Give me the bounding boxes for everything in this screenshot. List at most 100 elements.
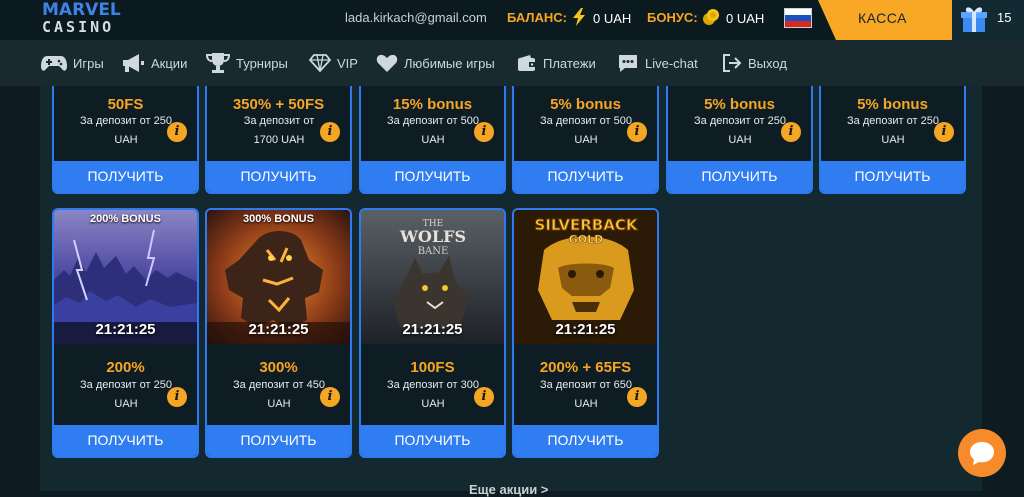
promo-card: THE WOLFS BANE 21:21:25 100FS За депозит…	[359, 208, 506, 458]
logout-icon	[723, 54, 742, 72]
nav-tournaments[interactable]: Турниры	[206, 40, 288, 86]
promo-card: 350% + 50FS За депозит от 1700 UAH i ПОЛУ…	[205, 72, 352, 194]
promo-desc: За депозит от 500 UAH	[387, 115, 479, 146]
info-icon[interactable]: i	[934, 122, 954, 142]
nav-promotions[interactable]: Акции	[121, 40, 187, 86]
nav-games-label: Игры	[73, 55, 104, 71]
countdown-timer: 21:21:25	[95, 321, 156, 338]
gamepad-icon	[41, 56, 67, 71]
info-icon[interactable]: i	[627, 122, 647, 142]
promo-card: 200% BONUS 21:21:25 200% За депозит от 2…	[52, 208, 199, 458]
nav-games[interactable]: Игры	[41, 40, 104, 86]
promo-card: 5% bonus За депозит от 500 UAH i ПОЛУЧИТЬ	[512, 72, 659, 194]
nav-tournaments-label: Турниры	[236, 55, 288, 71]
user-email[interactable]: lada.kirkach@gmail.com	[345, 10, 487, 25]
promo-title: 100FS	[410, 359, 455, 376]
promo-badge: 200% BONUS	[90, 213, 161, 225]
promo-card: 5% bonus За депозит от 250 UAH i ПОЛУЧИТЬ	[819, 72, 966, 194]
promo-desc: За депозит от 1700 UAH	[243, 115, 315, 146]
promo-desc: За депозит от 250 UAH	[694, 115, 786, 146]
gift-count: 15	[997, 10, 1012, 25]
cashier-button[interactable]: КАССА	[818, 0, 952, 40]
chat-icon	[619, 55, 637, 72]
top-bar: MARVEL CASINO lada.kirkach@gmail.com БАЛ…	[0, 0, 1024, 40]
promo-desc: За депозит от 250 UAH	[80, 379, 172, 410]
promo-title: 350% + 50FS	[232, 96, 325, 113]
get-bonus-button[interactable]: ПОЛУЧИТЬ	[514, 425, 657, 456]
promo-card: 300% BONUS 21:21:25 300% За депозит от 4…	[205, 208, 352, 458]
get-bonus-button[interactable]: ПОЛУЧИТЬ	[207, 161, 350, 192]
get-bonus-button[interactable]: ПОЛУЧИТЬ	[54, 425, 197, 456]
svg-text:SILVERBACK: SILVERBACK	[535, 216, 639, 234]
megaphone-icon	[123, 54, 144, 72]
casino-logo[interactable]: MARVEL CASINO	[42, 1, 130, 37]
promo-title: 15% bonus	[392, 96, 473, 113]
get-bonus-button[interactable]: ПОЛУЧИТЬ	[207, 425, 350, 456]
promo-badge: 300% BONUS	[243, 213, 314, 225]
promo-desc: За депозит от 250 UAH	[80, 115, 172, 146]
balance-label: БАЛАНС:	[507, 10, 568, 25]
get-bonus-button[interactable]: ПОЛУЧИТЬ	[54, 161, 197, 192]
info-icon[interactable]: i	[320, 387, 340, 407]
info-icon[interactable]: i	[167, 122, 187, 142]
gift-icon[interactable]	[959, 4, 989, 34]
svg-text:GOLD: GOLD	[569, 233, 604, 246]
nav-favorites-label: Любимые игры	[404, 55, 495, 71]
more-promotions-link[interactable]: Еще акции >	[469, 482, 548, 497]
info-icon[interactable]: i	[474, 122, 494, 142]
get-bonus-button[interactable]: ПОЛУЧИТЬ	[821, 161, 964, 192]
diamond-icon	[309, 54, 331, 72]
promo-card: SILVERBACK GOLD 21:21:25 200% + 65FS За …	[512, 208, 659, 458]
wallet-icon	[518, 55, 536, 71]
bonus-label: БОНУС:	[647, 10, 698, 25]
promo-desc: За депозит от 300 UAH	[387, 379, 479, 410]
trophy-icon	[206, 53, 230, 73]
bonus-value: 0 UAH	[726, 11, 765, 26]
lightning-icon	[573, 8, 585, 26]
nav-vip-label: VIP	[337, 55, 358, 71]
get-bonus-button[interactable]: ПОЛУЧИТЬ	[514, 161, 657, 192]
chat-bubble-icon	[970, 442, 994, 465]
info-icon[interactable]: i	[474, 387, 494, 407]
countdown-timer: 21:21:25	[402, 321, 463, 338]
get-bonus-button[interactable]: ПОЛУЧИТЬ	[361, 425, 504, 456]
promo-image[interactable]: 200% BONUS 21:21:25	[54, 210, 197, 344]
cashier-label: КАССА	[858, 10, 907, 26]
promo-image[interactable]: 300% BONUS 21:21:25	[207, 210, 350, 344]
countdown-timer: 21:21:25	[555, 321, 616, 338]
nav-overlay: Игры Акции Турниры VIP Любимые игры Плат…	[0, 40, 1024, 86]
nav-promotions-label: Акции	[151, 55, 188, 71]
russian-flag-icon[interactable]	[784, 8, 812, 28]
promo-card: 50FS За депозит от 250 UAH i ПОЛУЧИТЬ	[52, 72, 199, 194]
svg-text:WOLFS: WOLFS	[399, 227, 466, 246]
nav-favorites[interactable]: Любимые игры	[376, 40, 495, 86]
promo-title: 5% bonus	[857, 96, 928, 113]
info-icon[interactable]: i	[627, 387, 647, 407]
nav-payments-label: Платежи	[543, 55, 596, 71]
get-bonus-button[interactable]: ПОЛУЧИТЬ	[668, 161, 811, 192]
logo-line2: CASINO	[42, 18, 115, 36]
promo-image[interactable]: SILVERBACK GOLD 21:21:25	[514, 210, 657, 344]
info-icon[interactable]: i	[320, 122, 340, 142]
info-icon[interactable]: i	[781, 122, 801, 142]
balance-value: 0 UAH	[593, 11, 632, 26]
info-icon[interactable]: i	[167, 387, 187, 407]
get-bonus-button[interactable]: ПОЛУЧИТЬ	[361, 161, 504, 192]
promo-desc: За депозит от 500 UAH	[540, 115, 632, 146]
logo-line1: MARVEL	[42, 0, 121, 20]
heart-icon	[376, 54, 398, 72]
promo-title: 5% bonus	[550, 96, 621, 113]
promo-title: 200%	[106, 359, 145, 376]
nav-logout[interactable]: Выход	[722, 40, 787, 86]
promo-desc: За депозит от 650 UAH	[540, 379, 632, 410]
countdown-timer: 21:21:25	[248, 321, 309, 338]
nav-live-chat[interactable]: Live-chat	[617, 40, 698, 86]
promo-image[interactable]: THE WOLFS BANE 21:21:25	[361, 210, 504, 344]
promo-title: 200% + 65FS	[539, 359, 632, 376]
promo-card: 5% bonus За депозит от 250 UAH i ПОЛУЧИТЬ	[666, 72, 813, 194]
promo-title: 50FS	[107, 96, 144, 113]
nav-payments[interactable]: Платежи	[517, 40, 596, 86]
nav-vip[interactable]: VIP	[309, 40, 358, 86]
promo-title: 300%	[259, 359, 298, 376]
live-chat-button[interactable]	[958, 429, 1006, 477]
